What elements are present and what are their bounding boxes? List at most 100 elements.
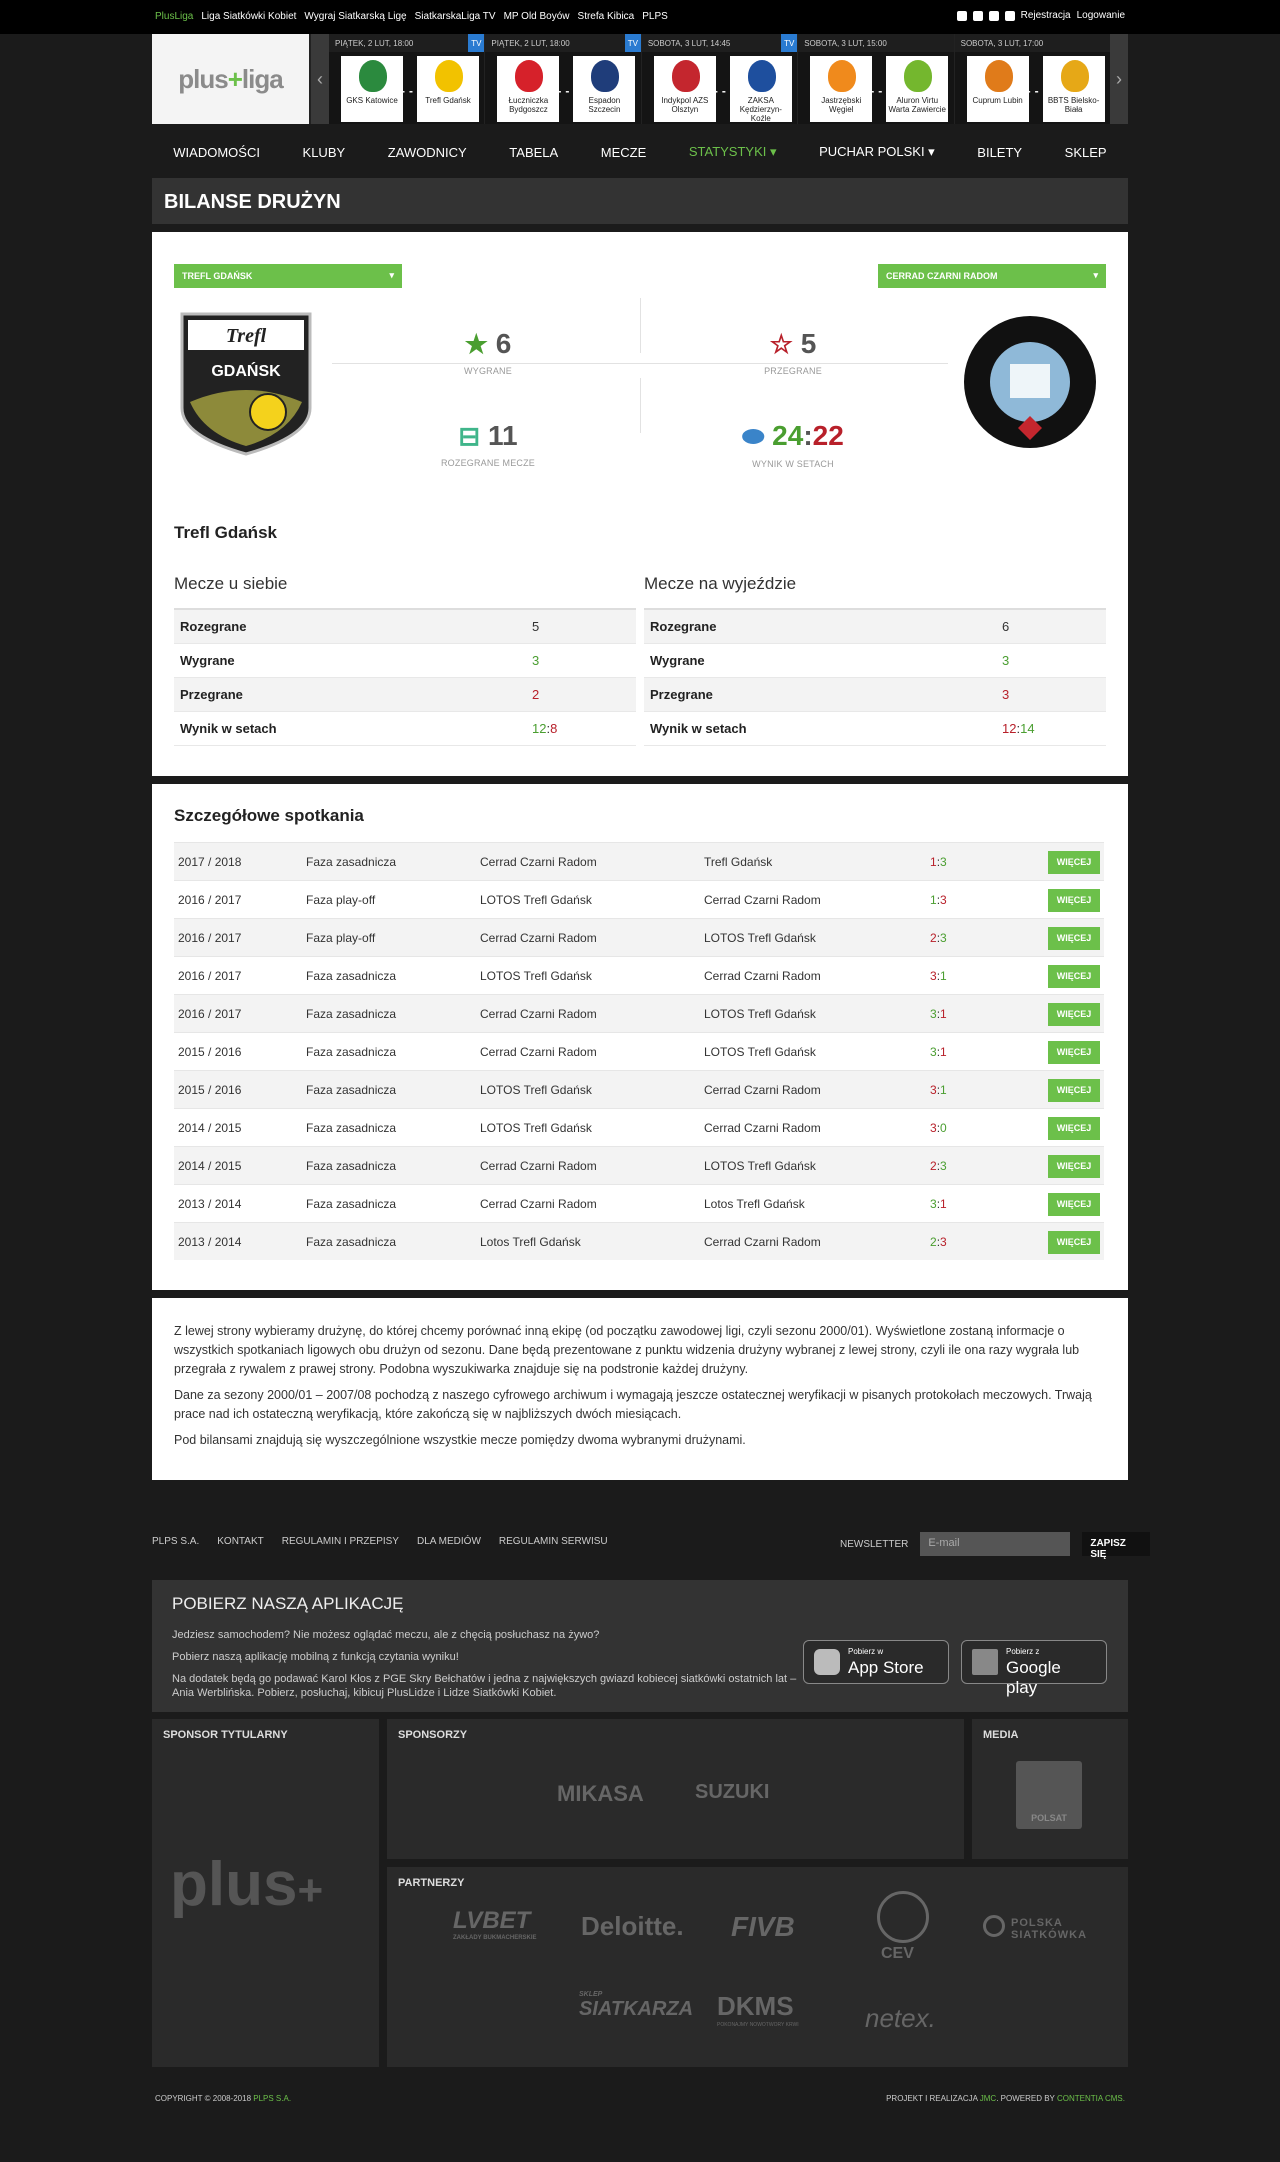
team-crest-icon (671, 60, 700, 92)
away-team[interactable]: ZAKSA Kędzierzyn-Koźle (729, 56, 792, 123)
footer-link-plps[interactable]: PLPS S.A. (152, 1536, 199, 1547)
team-crest-icon (1060, 60, 1089, 92)
app-store-button[interactable]: Pobierz w App Store (803, 1640, 949, 1684)
nav-players[interactable]: ZAWODNICY (388, 145, 467, 160)
right-team-select[interactable]: CERRAD CZARNI RADOM (878, 264, 1106, 288)
stats-divider-v1 (640, 298, 641, 353)
youtube-icon[interactable] (972, 10, 983, 21)
facebook-icon[interactable] (956, 10, 967, 21)
nav-news[interactable]: WIADOMOŚCI (173, 145, 260, 160)
away-team[interactable]: Trefl Gdańsk (417, 56, 479, 122)
detailed-matches-panel: Szczegółowe spotkania 2017 / 2018 Faza za… (152, 784, 1128, 1290)
score-a: 2 (930, 1158, 937, 1173)
score-dash: - (721, 84, 726, 98)
instagram-icon[interactable] (1004, 10, 1015, 21)
top-link-tv[interactable]: SiatkarskaLiga TV (415, 11, 496, 22)
score: 3:1 (930, 968, 947, 983)
nav-shop[interactable]: SKLEP (1065, 145, 1107, 160)
footer-link-rules[interactable]: REGULAMIN I PRZEPISY (282, 1536, 399, 1547)
newsletter-email-input[interactable]: E-mail (920, 1532, 1071, 1556)
team-crest-icon (904, 60, 933, 92)
match-card[interactable]: PIĄTEK, 2 LUT, 18:00 TV Łuczniczka Bydgosz… (485, 34, 641, 124)
more-button[interactable]: WIĘCEJ (1048, 851, 1100, 874)
copyright-org[interactable]: PLPS S.A. (253, 2094, 291, 2103)
nav-tickets[interactable]: BILETY (977, 145, 1022, 160)
google-play-button[interactable]: Pobierz z Google play (961, 1640, 1107, 1697)
score: 1:3 (930, 892, 947, 907)
match-card[interactable]: SOBOTA, 3 LUT, 17:00 Cuprum Lubin - - BBTS B… (954, 34, 1111, 124)
played-value: 11 (487, 420, 518, 451)
mikasa-logo[interactable]: MIKASA (557, 1781, 644, 1807)
credits-jmc[interactable]: JMC (980, 2094, 996, 2103)
home-team[interactable]: Jastrzębski Węgiel (810, 56, 873, 122)
footer-link-media[interactable]: DLA MEDIÓW (417, 1536, 481, 1547)
more-button[interactable]: WIĘCEJ (1048, 1155, 1100, 1178)
sets-label: WYNIK W SETACH (752, 459, 834, 469)
top-link-plusliga[interactable]: PlusLiga (155, 11, 193, 22)
sets-b: 8 (550, 721, 558, 736)
credits-powered: . POWERED BY (996, 2094, 1055, 2103)
newsletter-subscribe-button[interactable]: ZAPISZ SIĘ (1082, 1532, 1151, 1560)
home-team[interactable]: Łuczniczka Bydgoszcz (497, 56, 560, 122)
nav-table[interactable]: TABELA (509, 145, 558, 160)
matches-prev-arrow-icon[interactable]: ‹ (311, 34, 329, 124)
more-button[interactable]: WIĘCEJ (1048, 1117, 1100, 1140)
score-dash: - (870, 84, 875, 98)
nav-cup[interactable]: PUCHAR POLSKI ▾ (819, 144, 935, 160)
dkms-text: DKMS (717, 1991, 794, 2021)
deloitte-logo[interactable]: Deloitte. (581, 1911, 684, 1942)
match-card[interactable]: PIĄTEK, 2 LUT, 18:00 TV GKS Katowice - - Tref… (329, 34, 485, 124)
footer-link-contact[interactable]: KONTAKT (217, 1536, 263, 1547)
more-button[interactable]: WIĘCEJ (1048, 965, 1100, 988)
top-link-plps[interactable]: PLPS (642, 11, 668, 22)
home-row-sets: Wynik w setach 12:8 (174, 712, 636, 746)
home-team[interactable]: GKS Katowice (341, 56, 403, 122)
match-card[interactable]: SOBOTA, 3 LUT, 14:45 TV Indykpol AZS Olszt… (641, 34, 798, 124)
cev-logo[interactable]: CEV (881, 1945, 914, 1963)
plus-sponsor-logo[interactable]: plus+ (170, 1849, 323, 1920)
pzps-logo[interactable]: POLSKA SIATKÓWKA (1011, 1917, 1087, 1941)
top-link-game[interactable]: Wygraj Siatkarską Ligę (304, 11, 406, 22)
fivb-logo[interactable]: FIVB (731, 1911, 795, 1943)
credits-cms[interactable]: CONTENTIA CMS. (1057, 2094, 1125, 2103)
more-button[interactable]: WIĘCEJ (1048, 1041, 1100, 1064)
more-button[interactable]: WIĘCEJ (1048, 927, 1100, 950)
suzuki-logo[interactable]: SUZUKI (695, 1781, 769, 1804)
netex-logo[interactable]: netex. (865, 2003, 936, 2034)
sklep-siatkarza-logo[interactable]: SKLEP SIATKARZA (579, 1991, 693, 2021)
nav-stats[interactable]: STATYSTYKI ▾ (689, 144, 777, 160)
twitter-icon[interactable] (988, 10, 999, 21)
matches-next-arrow-icon[interactable]: › (1110, 34, 1128, 124)
home-team: Cerrad Czarni Radom (480, 1196, 597, 1211)
played-label: ROZEGRANE MECZE (440, 458, 535, 468)
dkms-logo[interactable]: DKMS POKONAJMY NOWOTWORY KRWI (717, 1991, 799, 2028)
more-button[interactable]: WIĘCEJ (1048, 1003, 1100, 1026)
sets-a: 12 (1002, 721, 1017, 736)
left-team-select[interactable]: TREFL GDAŃSK (174, 264, 402, 288)
register-link[interactable]: Rejestracja (1021, 10, 1071, 21)
away-team[interactable]: Espadon Szczecin (573, 56, 636, 122)
nav-clubs[interactable]: KLUBY (303, 145, 346, 160)
match-card[interactable]: SOBOTA, 3 LUT, 15:00 Jastrzębski Węgiel - -… (798, 34, 954, 124)
login-link[interactable]: Logowanie (1077, 10, 1125, 21)
top-link-oldboys[interactable]: MP Old Boyów (504, 11, 570, 22)
more-button[interactable]: WIĘCEJ (1048, 889, 1100, 912)
lvbet-logo[interactable]: LVBET ZAKŁADY BUKMACHERSKIE (453, 1907, 537, 1941)
away-team[interactable]: BBTS Bielsko-Biała (1042, 56, 1105, 122)
home-team[interactable]: Indykpol AZS Olsztyn (653, 56, 716, 122)
top-link-fanzone[interactable]: Strefa Kibica (578, 11, 635, 22)
away-team: LOTOS Trefl Gdańsk (704, 1006, 816, 1021)
more-button[interactable]: WIĘCEJ (1048, 1079, 1100, 1102)
more-button[interactable]: WIĘCEJ (1048, 1193, 1100, 1216)
more-button[interactable]: WIĘCEJ (1048, 1231, 1100, 1254)
away-team[interactable]: Aluron Virtu Warta Zawiercie (886, 56, 949, 122)
won-value: 6 (495, 328, 512, 359)
title-sponsor-box: SPONSOR TYTULARNY plus+ (152, 1719, 379, 2067)
footer-link-terms[interactable]: REGULAMIN SERWISU (499, 1536, 608, 1547)
top-link-lsk[interactable]: Liga Siatkówki Kobiet (201, 11, 296, 22)
plusliga-logo[interactable]: plus + liga (152, 34, 309, 124)
team-crest-icon (591, 60, 620, 92)
home-team[interactable]: Cuprum Lubin (966, 56, 1029, 122)
polsat-logo[interactable]: POLSAT (1016, 1761, 1082, 1829)
nav-matches[interactable]: MECZE (601, 145, 647, 160)
